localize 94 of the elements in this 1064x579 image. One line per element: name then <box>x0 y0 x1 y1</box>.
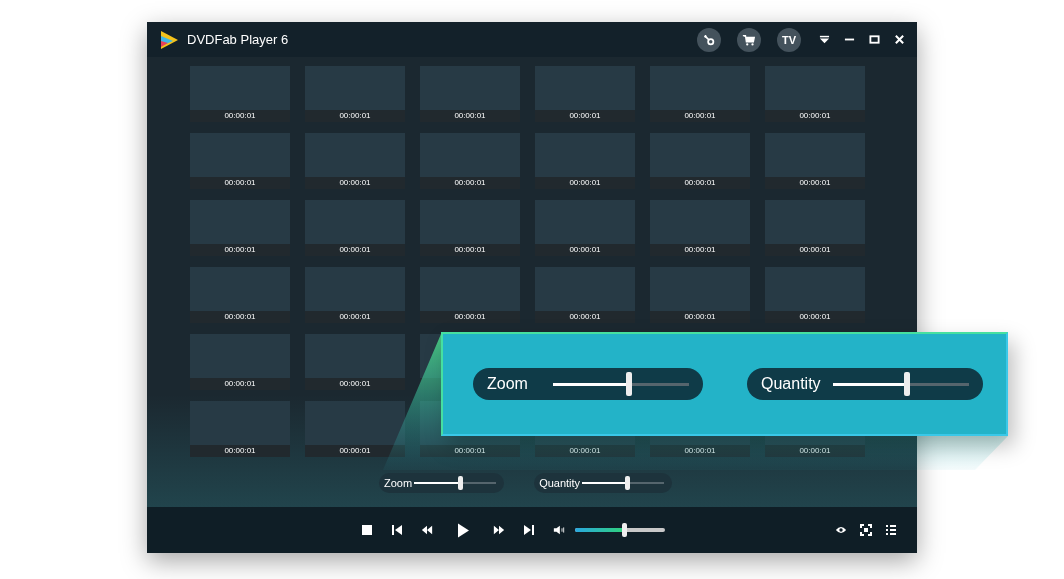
slider-label: Zoom <box>487 375 529 393</box>
tv-button[interactable]: TV <box>777 27 801 52</box>
thumbnail[interactable]: 00:00:01 <box>305 401 405 457</box>
thumbnail[interactable]: 00:00:01 <box>650 66 750 122</box>
thumbnail[interactable]: 00:00:01 <box>650 267 750 323</box>
timestamp: 00:00:01 <box>569 445 601 457</box>
thumbnail[interactable]: 00:00:01 <box>535 133 635 189</box>
thumbnail[interactable]: 00:00:01 <box>190 334 290 390</box>
slider-label: Quantity <box>761 375 821 393</box>
timestamp: 00:00:01 <box>339 445 371 457</box>
slider[interactable] <box>582 476 665 490</box>
timestamp: 00:00:01 <box>799 445 831 457</box>
timestamp: 00:00:01 <box>224 244 256 256</box>
timestamp: 00:00:01 <box>454 110 486 122</box>
playlist-icon[interactable] <box>885 524 897 536</box>
timestamp: 00:00:01 <box>569 311 601 323</box>
window-title: DVDFab Player 6 <box>187 32 289 47</box>
thumbnail[interactable]: 00:00:01 <box>305 267 405 323</box>
timestamp: 00:00:01 <box>684 244 716 256</box>
timestamp: 00:00:01 <box>569 177 601 189</box>
slider-label: Quantity <box>539 477 581 489</box>
timestamp: 00:00:01 <box>569 244 601 256</box>
thumbnail[interactable]: 00:00:01 <box>190 401 290 457</box>
thumbnail[interactable]: 00:00:01 <box>650 133 750 189</box>
rewind-icon[interactable] <box>421 524 433 536</box>
slider[interactable] <box>832 372 969 396</box>
next-icon[interactable] <box>523 524 535 536</box>
timestamp: 00:00:01 <box>224 378 256 390</box>
thumbnail[interactable]: 00:00:01 <box>765 66 865 122</box>
play-icon[interactable] <box>457 522 469 538</box>
slider[interactable] <box>575 523 665 537</box>
timestamp: 00:00:01 <box>454 177 486 189</box>
thumbnail[interactable]: 00:00:01 <box>190 200 290 256</box>
timestamp: 00:00:01 <box>684 311 716 323</box>
close-icon[interactable] <box>894 34 905 45</box>
cart-icon <box>742 32 756 47</box>
timestamp: 00:00:01 <box>339 244 371 256</box>
thumbnail[interactable]: 00:00:01 <box>535 267 635 323</box>
timestamp: 00:00:01 <box>339 311 371 323</box>
timestamp: 00:00:01 <box>224 110 256 122</box>
eye-icon[interactable] <box>835 524 847 536</box>
thumbnail[interactable]: 00:00:01 <box>305 334 405 390</box>
thumbnail[interactable]: 00:00:01 <box>420 66 520 122</box>
cart-button[interactable] <box>737 27 761 52</box>
thumbnail[interactable]: 00:00:01 <box>420 133 520 189</box>
key-button[interactable] <box>697 27 721 52</box>
slider[interactable] <box>414 476 497 490</box>
fullscreen-icon[interactable] <box>860 524 872 536</box>
thumbnail[interactable]: 00:00:01 <box>190 133 290 189</box>
timestamp: 00:00:01 <box>799 244 831 256</box>
timestamp: 00:00:01 <box>799 311 831 323</box>
timestamp: 00:00:01 <box>454 244 486 256</box>
slider-thumb[interactable] <box>457 476 463 490</box>
timestamp: 00:00:01 <box>569 110 601 122</box>
thumbnail[interactable]: 00:00:01 <box>190 66 290 122</box>
thumbnail[interactable]: 00:00:01 <box>765 200 865 256</box>
thumbnail[interactable]: 00:00:01 <box>535 66 635 122</box>
volume-icon[interactable] <box>553 524 565 536</box>
thumbnail[interactable]: 00:00:01 <box>535 200 635 256</box>
thumbnail[interactable]: 00:00:01 <box>420 267 520 323</box>
slider[interactable] <box>553 372 689 396</box>
previous-icon[interactable] <box>391 524 403 536</box>
timestamp: 00:00:01 <box>799 110 831 122</box>
thumbnail[interactable]: 00:00:01 <box>420 200 520 256</box>
stop-icon[interactable] <box>361 524 373 536</box>
timestamp: 00:00:01 <box>684 177 716 189</box>
slider-thumb[interactable] <box>622 523 627 537</box>
slider-thumb[interactable] <box>904 372 911 396</box>
slider-thumb[interactable] <box>624 476 630 490</box>
timestamp: 00:00:01 <box>339 378 371 390</box>
timestamp: 00:00:01 <box>454 311 486 323</box>
timestamp: 00:00:01 <box>339 110 371 122</box>
timestamp: 00:00:01 <box>224 311 256 323</box>
logo-icon <box>159 29 179 50</box>
timestamp: 00:00:01 <box>684 445 716 457</box>
timestamp: 00:00:01 <box>799 177 831 189</box>
thumbnail[interactable]: 00:00:01 <box>305 133 405 189</box>
maximize-icon[interactable] <box>869 34 880 45</box>
timestamp: 00:00:01 <box>454 445 486 457</box>
thumbnail[interactable]: 00:00:01 <box>765 267 865 323</box>
thumbnail[interactable]: 00:00:01 <box>650 200 750 256</box>
fast-forward-icon[interactable] <box>493 524 505 536</box>
timestamp: 00:00:01 <box>684 110 716 122</box>
thumbnail[interactable]: 00:00:01 <box>305 66 405 122</box>
timestamp: 00:00:01 <box>224 177 256 189</box>
slider-label: Zoom <box>384 477 413 489</box>
slider-thumb[interactable] <box>626 372 633 396</box>
thumbnail[interactable]: 00:00:01 <box>190 267 290 323</box>
timestamp: 00:00:01 <box>339 177 371 189</box>
timestamp: 00:00:01 <box>224 445 256 457</box>
thumbnail[interactable]: 00:00:01 <box>305 200 405 256</box>
thumbnail[interactable]: 00:00:01 <box>765 133 865 189</box>
dropdown-icon[interactable] <box>819 34 830 45</box>
key-icon <box>702 32 716 47</box>
